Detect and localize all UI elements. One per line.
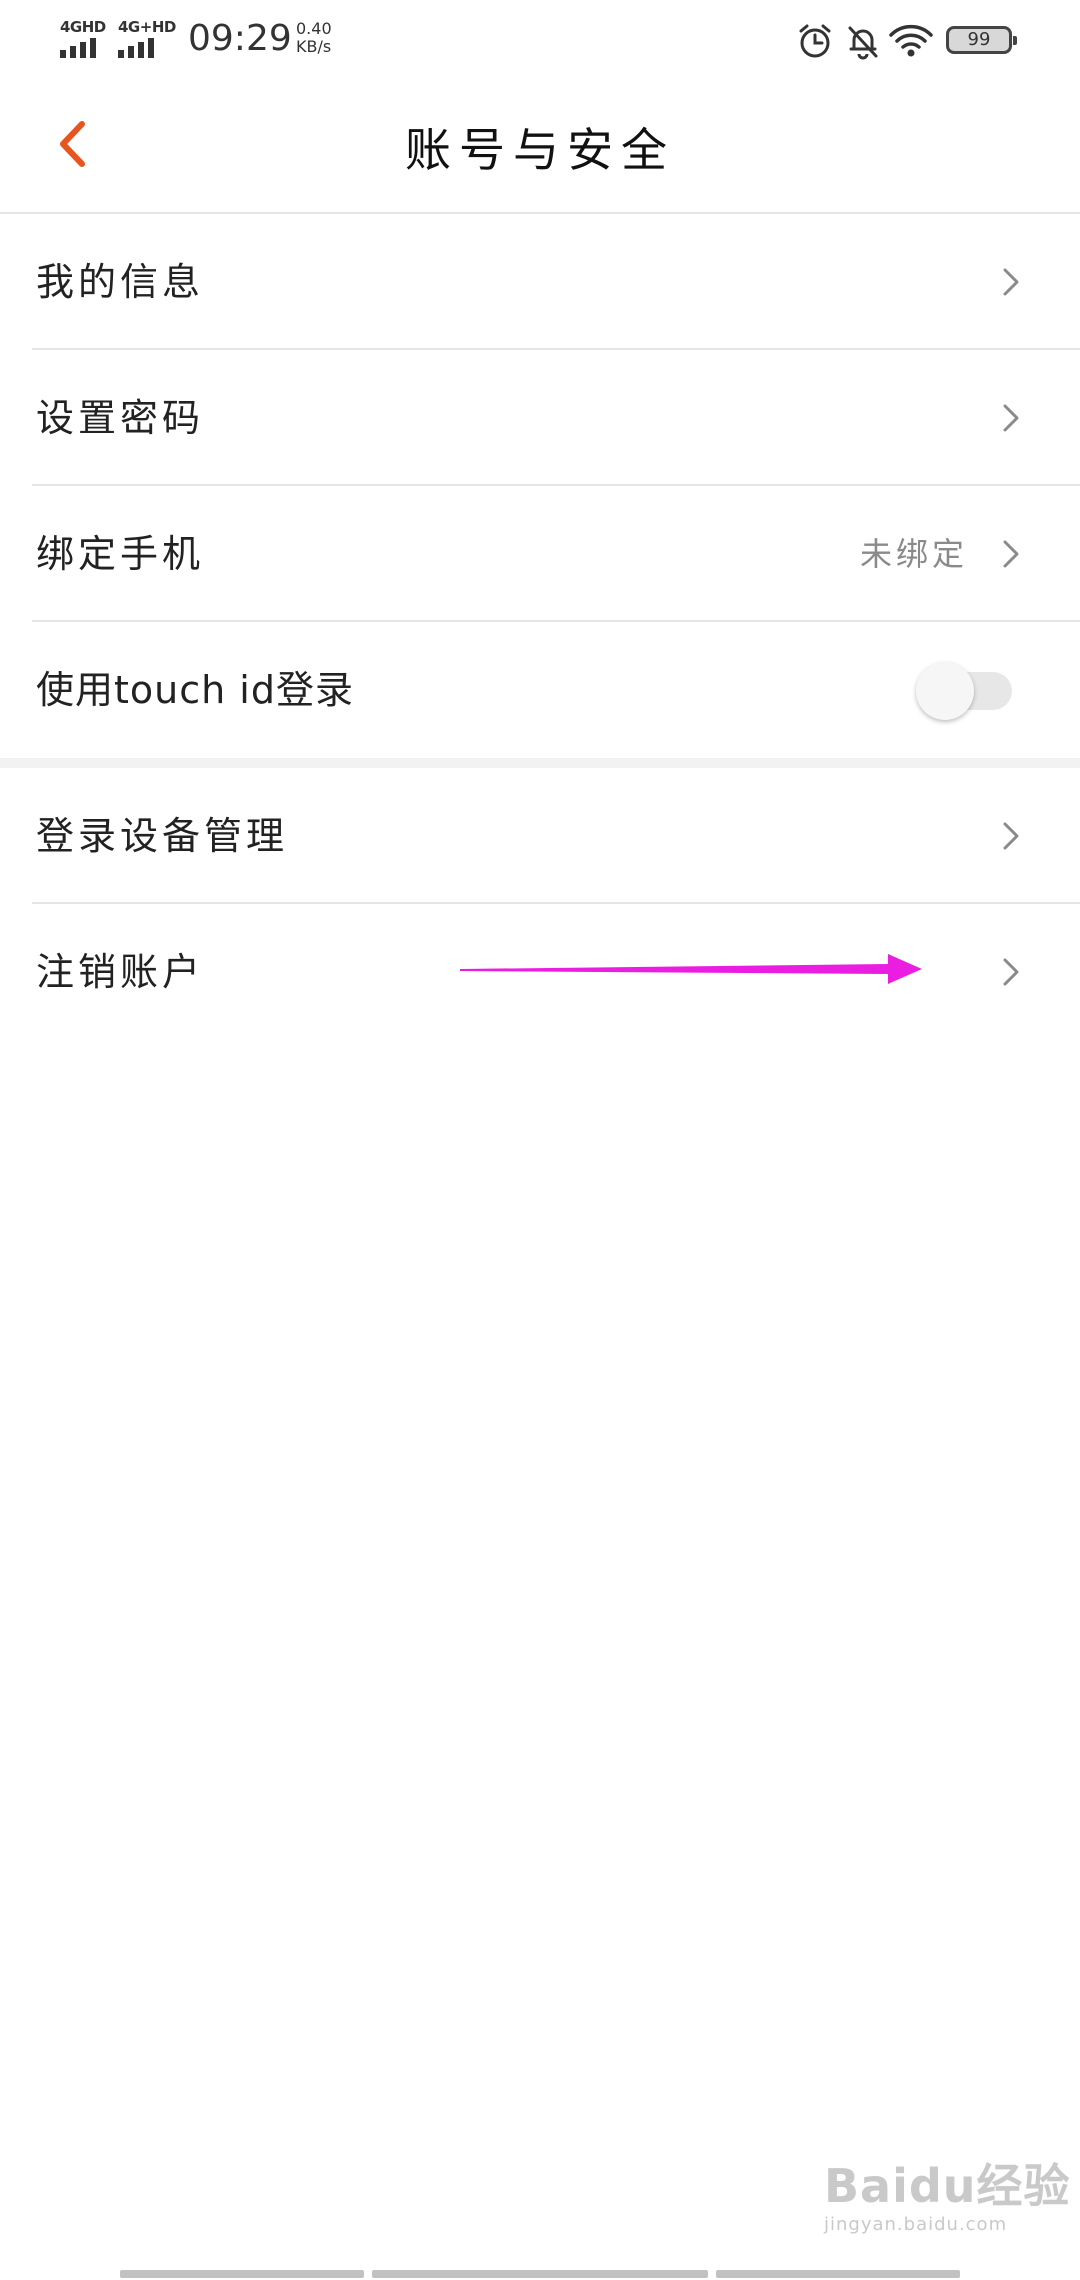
menu-item-label: 设置密码 xyxy=(36,396,205,440)
signal-2-icon: 4G+HD xyxy=(118,18,176,58)
signal-1-label: 4GHD xyxy=(60,18,106,36)
baidu-watermark: Baidu经验 jingyan.baidu.com xyxy=(824,2150,1071,2235)
menu-item-label: 我的信息 xyxy=(36,260,205,304)
menu-item-label: 绑定手机 xyxy=(36,532,205,576)
chevron-right-icon xyxy=(1003,958,1019,986)
chevron-right-icon xyxy=(1003,822,1019,850)
status-bar: 4GHD 4G+HD 09:29 0.40 KB/s 99 xyxy=(0,0,1080,80)
chevron-right-icon xyxy=(1003,404,1019,432)
watermark-sub: jingyan.baidu.com xyxy=(824,2214,1008,2235)
net-speed: 0.40 KB/s xyxy=(296,20,332,56)
battery-icon: 99 xyxy=(946,26,1017,54)
status-time: 09:29 xyxy=(188,18,292,59)
menu-item-label: 注销账户 xyxy=(36,950,205,994)
menu-item-my-info[interactable]: 我的信息 xyxy=(0,214,1080,350)
toggle-knob xyxy=(916,662,974,720)
menu-item-label: 登录设备管理 xyxy=(36,814,289,858)
bottom-segment xyxy=(120,2270,364,2278)
net-speed-unit: KB/s xyxy=(296,37,332,56)
wifi-icon xyxy=(889,24,933,57)
section-gap xyxy=(0,758,1080,768)
signal-1-icon: 4GHD xyxy=(60,18,106,58)
bell-muted-icon xyxy=(848,26,878,60)
touch-id-toggle[interactable] xyxy=(916,660,1014,720)
chevron-right-icon xyxy=(1003,268,1019,296)
alarm-icon xyxy=(799,24,831,58)
bottom-segment xyxy=(716,2270,960,2278)
watermark-main: Baidu经验 xyxy=(824,2159,1071,2213)
menu-item-label: 使用touch id登录 xyxy=(36,668,354,712)
menu-item-device-management[interactable]: 登录设备管理 xyxy=(0,768,1080,904)
bottom-nav-hint xyxy=(0,2270,1080,2280)
menu-item-set-password[interactable]: 设置密码 xyxy=(0,350,1080,486)
menu-item-bind-phone[interactable]: 绑定手机 未绑定 xyxy=(0,486,1080,622)
net-speed-value: 0.40 xyxy=(296,19,332,38)
bind-status-value: 未绑定 xyxy=(859,535,968,573)
annotation-arrow xyxy=(460,954,922,984)
bottom-segment xyxy=(372,2270,708,2278)
menu-item-touch-id: 使用touch id登录 xyxy=(0,622,1080,758)
page-title: 账号与安全 xyxy=(405,123,675,177)
app-header: 账号与安全 xyxy=(0,80,1080,214)
signal-2-label: 4G+HD xyxy=(118,18,176,36)
chevron-right-icon xyxy=(1003,540,1019,568)
